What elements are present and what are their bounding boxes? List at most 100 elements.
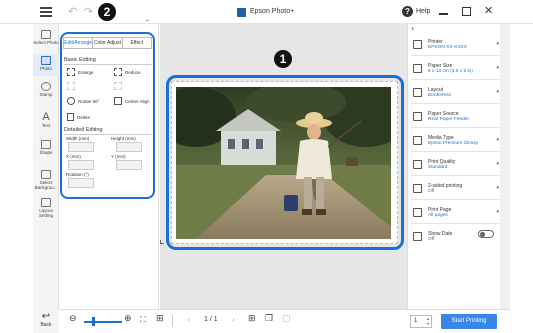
setting-2-sided-printing[interactable]: 2-sided printing Off ▾ [411,178,500,200]
redo-icon[interactable]: ↷ [84,5,93,18]
help-label[interactable]: Help [416,8,430,15]
copies-stepper[interactable]: 1 ▴ ▾ [410,315,432,328]
show-date-toggle[interactable] [478,230,494,238]
y-label: Y (mm) [111,154,126,159]
photo-icon [41,56,51,65]
photo-image[interactable] [176,87,391,239]
divider [64,134,152,135]
chevron-down-icon: ▾ [496,41,499,47]
print-page-icon [413,208,422,217]
setting-media-type[interactable]: Media Type Epson Premium Glossy ▾ [411,130,500,152]
rotation-field[interactable] [68,178,94,188]
chevron-down-icon: ▾ [496,161,499,167]
reduce-button[interactable]: Reduce [114,68,141,76]
paper-size-icon [413,64,422,73]
printer-icon [413,40,422,49]
grid-icon[interactable]: ⊞ [156,314,164,324]
nav-label: Select Backgrou... [34,180,58,190]
setting-paper-source[interactable]: Paper Source Rear Paper Feeder [411,106,500,128]
delete-page-icon[interactable]: ▢ [282,314,291,324]
tool-label: Delete [77,114,91,120]
date-icon [413,232,422,241]
paper-source-icon [413,112,422,121]
back-label: Back [40,322,52,328]
tab-edit-arrange[interactable]: Edit/Arrange [64,38,94,48]
fit-screen-icon[interactable]: ⛶ [140,315,146,325]
enlarge-button[interactable]: Enlarge [67,68,94,76]
app-logo-icon [237,8,246,17]
setting-layout[interactable]: Layout Borderless ▾ [411,82,500,104]
nav-photo[interactable]: Photo [33,54,59,76]
tool-label: Enlarge [78,69,94,75]
disabled-tool-button[interactable] [67,82,75,90]
setting-paper-size[interactable]: Paper Size 9 x 13 cm (3.5 x 5 in) ▾ [411,58,500,80]
back-arrow-icon: ↩ [41,311,51,322]
nav-label: Stamp [39,92,53,97]
setting-print-quality[interactable]: Print Quality Standard ▾ [411,154,500,176]
basic-editing-title: Basic Editing [64,57,96,63]
height-field[interactable] [116,142,142,152]
delete-button[interactable]: Delete [67,113,90,121]
settings-scrollbar[interactable] [500,24,510,309]
y-field[interactable] [116,160,142,170]
tab-color-adjust[interactable]: Color Adjust [93,38,123,48]
undo-icon[interactable]: ↶ [68,5,77,18]
shape-icon [41,140,51,149]
layout-icon [41,198,51,207]
detailed-editing-title: Detailed Editing [64,127,103,133]
enlarge-icon [67,68,75,76]
nav-select-background[interactable]: Select Backgrou... [33,170,59,190]
spin-arrows-icon[interactable]: ▴ ▾ [427,316,429,326]
setting-print-page[interactable]: Print Page All pages ▾ [411,202,500,224]
zoom-in-icon[interactable]: ⊕ [124,314,132,324]
minimize-icon[interactable] [439,13,448,15]
zoom-slider[interactable] [84,321,122,323]
nav-shape[interactable]: Shape [33,140,59,155]
setting-printer[interactable]: Printer EPSON XX-XXXX ▾ [411,34,500,56]
setting-value: Off [428,237,435,242]
close-icon[interactable]: ✕ [484,4,493,17]
flip-vertical-icon [114,82,122,90]
window-title: Epson Photo+ [250,8,295,15]
nav-label: Layout Setting [38,208,53,218]
disabled-tool-button[interactable] [114,82,122,90]
nav-select-photo[interactable]: Select Photo [33,30,59,45]
panel-collapse-icon[interactable]: ⌐ [146,18,150,24]
setting-value: Epson Premium Glossy [428,141,479,146]
expand-panel-icon[interactable]: › [411,24,414,33]
divider [172,315,173,327]
tab-effect[interactable]: Effect [123,38,151,48]
reduce-icon [114,68,122,76]
nav-text[interactable]: A Text [33,112,59,129]
chevron-down-icon: ▾ [496,89,499,95]
resize-handle[interactable] [160,240,164,244]
chevron-down-icon: ▾ [496,65,499,71]
duplicate-page-icon[interactable]: ❐ [265,314,273,324]
back-button[interactable]: ↩ Back [33,309,59,333]
maximize-icon[interactable] [462,7,471,16]
center-align-button[interactable]: Center Align [114,97,150,105]
edit-tabs: Edit/Arrange Color Adjust Effect [63,37,152,49]
zoom-slider-handle[interactable] [92,317,95,326]
height-label: Height (mm) [111,136,136,141]
setting-value: Standard [428,165,448,170]
help-icon[interactable]: ? [402,6,413,17]
nav-stamp[interactable]: Stamp [33,82,59,97]
hamburger-menu-icon[interactable] [40,7,52,17]
rotate-90-button[interactable]: Rotate 90° [67,97,99,105]
nav-label: Photo [40,66,52,71]
start-printing-button[interactable]: Start Printing [441,314,497,329]
title-bar: ↶ ↷ Epson Photo+ ? Help ✕ [0,0,533,24]
add-page-icon[interactable]: ⊞ [248,314,256,324]
toggle-knob [480,232,485,237]
zoom-out-icon[interactable]: ⊖ [69,314,77,324]
setting-value: All pages [428,213,448,218]
next-page-icon[interactable]: › [232,315,235,324]
nav-label: Shape [39,150,53,155]
nav-layout-setting[interactable]: Layout Setting [33,198,59,218]
width-field[interactable] [68,142,94,152]
previous-page-icon[interactable]: ‹ [187,315,190,324]
tool-label: Rotate 90° [78,98,100,104]
x-field[interactable] [68,160,94,170]
setting-value: 9 x 13 cm (3.5 x 5 in) [428,69,473,74]
